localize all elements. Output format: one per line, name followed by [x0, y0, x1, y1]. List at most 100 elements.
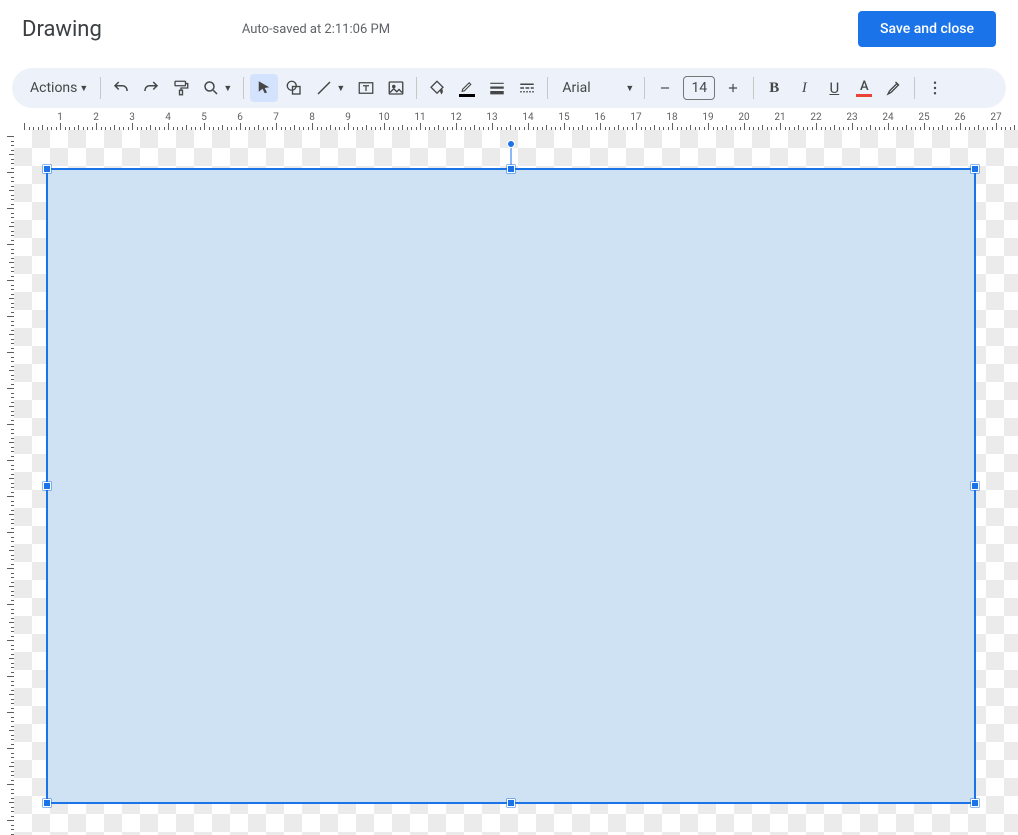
- undo-button[interactable]: [107, 74, 135, 102]
- increase-font-size-button[interactable]: [719, 74, 747, 102]
- redo-button[interactable]: [137, 74, 165, 102]
- bold-icon: B: [769, 80, 779, 97]
- rotation-handle[interactable]: [507, 140, 515, 148]
- paint-format-button[interactable]: [167, 74, 195, 102]
- ruler-number: 25: [918, 112, 929, 123]
- ruler-number: 14: [522, 112, 533, 123]
- ruler-number: 17: [630, 112, 641, 123]
- ruler-number: 24: [882, 112, 893, 123]
- caret-down-icon: ▼: [625, 83, 634, 94]
- caret-down-icon: ▼: [223, 83, 232, 94]
- horizontal-ruler[interactable]: 1234567891011121314151617181920212223242…: [14, 112, 1018, 130]
- ruler-number: 7: [273, 112, 279, 123]
- resize-handle-s[interactable]: [507, 799, 515, 807]
- border-weight-button[interactable]: [483, 74, 511, 102]
- fill-color-button[interactable]: [423, 74, 451, 102]
- app-title: Drawing: [22, 17, 102, 42]
- text-color-icon: A: [856, 80, 872, 97]
- image-button[interactable]: [382, 74, 410, 102]
- ruler-number: 20: [738, 112, 749, 123]
- more-vertical-icon: [926, 79, 944, 97]
- border-dash-button[interactable]: [513, 74, 541, 102]
- underline-icon: U: [829, 79, 839, 97]
- undo-icon: [112, 79, 130, 97]
- actions-label: Actions: [30, 80, 77, 96]
- ruler-number: 2: [93, 112, 99, 123]
- shape-tool-button[interactable]: [280, 74, 308, 102]
- line-weight-icon: [488, 79, 506, 97]
- ruler-number: 8: [309, 112, 315, 123]
- plus-icon: [726, 81, 740, 95]
- font-size-input[interactable]: 14: [683, 76, 715, 100]
- ruler-number: 9: [345, 112, 351, 123]
- ruler-number: 21: [774, 112, 785, 123]
- ruler-number: 1: [57, 112, 63, 123]
- highlight-color-button[interactable]: [880, 74, 908, 102]
- rectangle-shape[interactable]: [46, 168, 976, 804]
- resize-handle-ne[interactable]: [971, 165, 979, 173]
- line-tool-button[interactable]: ▼: [310, 74, 350, 102]
- separator: [416, 77, 417, 99]
- separator: [100, 77, 101, 99]
- italic-icon: I: [802, 80, 807, 97]
- resize-handle-se[interactable]: [971, 799, 979, 807]
- resize-handle-w[interactable]: [43, 482, 51, 490]
- ruler-number: 26: [954, 112, 965, 123]
- ruler-number: 22: [810, 112, 821, 123]
- caret-down-icon: ▼: [336, 83, 345, 94]
- separator: [644, 77, 645, 99]
- font-name-label: Arial: [562, 80, 590, 96]
- paint-roller-icon: [172, 79, 190, 97]
- border-color-button[interactable]: [453, 74, 481, 102]
- resize-handle-sw[interactable]: [43, 799, 51, 807]
- ruler-number: 11: [414, 112, 425, 123]
- ruler-number: 12: [450, 112, 461, 123]
- pen-underline-icon: [459, 80, 475, 97]
- separator: [547, 77, 548, 99]
- underline-button[interactable]: U: [820, 74, 848, 102]
- caret-down-icon: ▼: [79, 83, 88, 94]
- workspace: 1234567891011121314151617181920212223242…: [0, 112, 1018, 835]
- separator: [753, 77, 754, 99]
- cursor-icon: [255, 79, 273, 97]
- bold-button[interactable]: B: [760, 74, 788, 102]
- ruler-number: 5: [201, 112, 207, 123]
- line-icon: [315, 79, 333, 97]
- ruler-number: 27: [990, 112, 1001, 123]
- ruler-number: 4: [165, 112, 171, 123]
- ruler-number: 18: [666, 112, 677, 123]
- header: Drawing Auto-saved at 2:11:06 PM Save an…: [0, 0, 1018, 60]
- ruler-number: 13: [486, 112, 497, 123]
- decrease-font-size-button[interactable]: [651, 74, 679, 102]
- resize-handle-nw[interactable]: [43, 165, 51, 173]
- more-options-button[interactable]: [921, 74, 949, 102]
- text-color-button[interactable]: A: [850, 74, 878, 102]
- ruler-number: 3: [129, 112, 135, 123]
- toolbar: Actions ▼ ▼ ▼: [12, 68, 1006, 108]
- zoom-button[interactable]: ▼: [197, 74, 237, 102]
- minus-icon: [658, 81, 672, 95]
- italic-button[interactable]: I: [790, 74, 818, 102]
- shape-icon: [285, 79, 303, 97]
- image-icon: [387, 79, 405, 97]
- drawing-canvas[interactable]: [14, 130, 1018, 835]
- font-family-select[interactable]: Arial ▼: [554, 74, 638, 102]
- text-box-icon: [357, 79, 375, 97]
- paint-bucket-icon: [428, 79, 446, 97]
- separator: [243, 77, 244, 99]
- actions-menu-button[interactable]: Actions ▼: [22, 74, 94, 102]
- text-box-button[interactable]: [352, 74, 380, 102]
- resize-handle-e[interactable]: [971, 482, 979, 490]
- resize-handle-n[interactable]: [507, 165, 515, 173]
- select-tool-button[interactable]: [250, 74, 278, 102]
- vertical-ruler[interactable]: [0, 130, 14, 835]
- ruler-number: 19: [702, 112, 713, 123]
- autosave-status: Auto-saved at 2:11:06 PM: [242, 22, 390, 37]
- zoom-icon: [202, 79, 220, 97]
- ruler-number: 15: [558, 112, 569, 123]
- highlighter-icon: [885, 79, 903, 97]
- ruler-number: 10: [378, 112, 389, 123]
- line-dash-icon: [518, 79, 536, 97]
- save-and-close-button[interactable]: Save and close: [858, 11, 996, 47]
- separator: [914, 77, 915, 99]
